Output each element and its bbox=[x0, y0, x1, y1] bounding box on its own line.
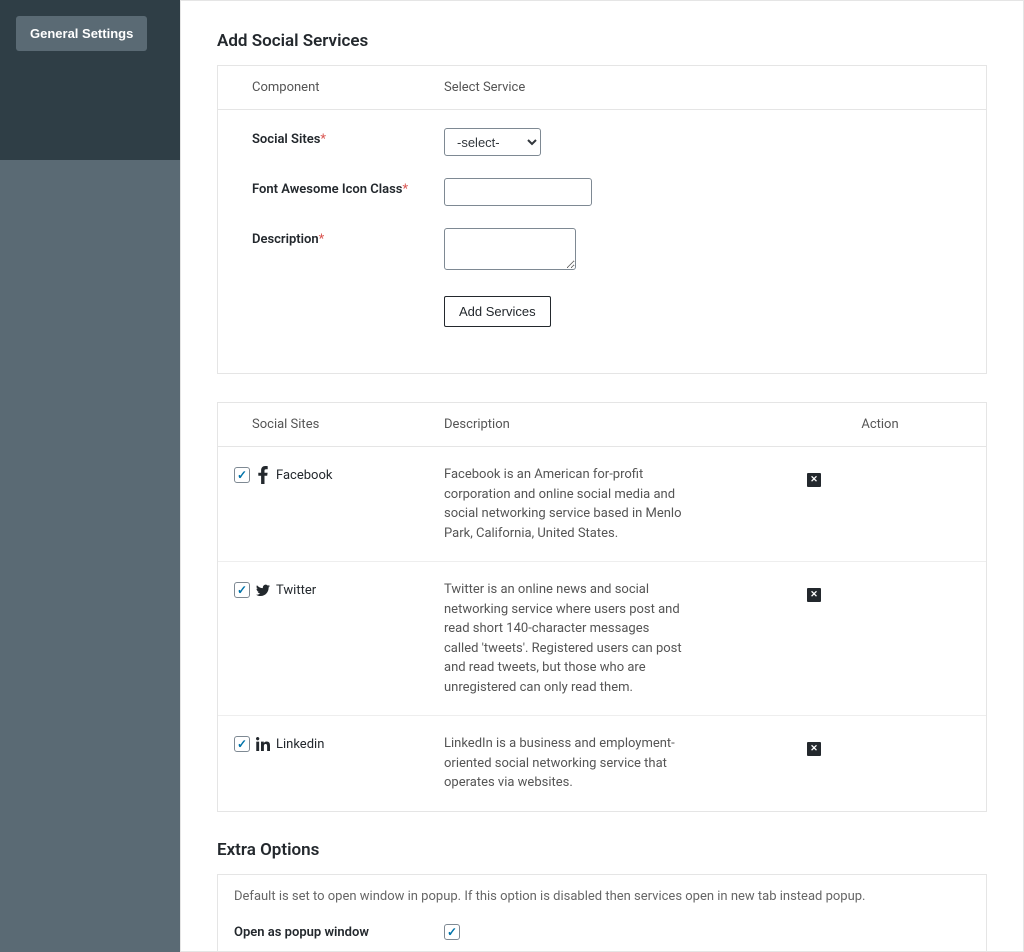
service-description: Facebook is an American for-profit corpo… bbox=[444, 465, 724, 543]
description-label: Description* bbox=[234, 228, 444, 247]
header-social-sites: Social Sites bbox=[234, 417, 444, 432]
add-services-header: Component Select Service bbox=[218, 66, 986, 110]
add-services-title: Add Social Services bbox=[217, 31, 987, 51]
service-row: Twitter Twitter is an online news and soc… bbox=[218, 562, 986, 716]
social-sites-select[interactable]: -select- bbox=[444, 128, 541, 156]
service-row: Linkedin LinkedIn is a business and emplo… bbox=[218, 716, 986, 811]
services-list-panel: Social Sites Description Action Facebook… bbox=[217, 402, 987, 812]
header-action: Action bbox=[790, 417, 970, 432]
extra-options-panel: Default is set to open window in popup. … bbox=[217, 874, 987, 952]
twitter-icon bbox=[256, 583, 270, 597]
extra-options-title: Extra Options bbox=[217, 840, 987, 860]
icon-class-input[interactable] bbox=[444, 178, 592, 206]
header-select-service: Select Service bbox=[444, 80, 970, 95]
sidebar: General Settings bbox=[0, 0, 180, 952]
add-services-button[interactable]: Add Services bbox=[444, 296, 551, 327]
service-row: Facebook Facebook is an American for-prof… bbox=[218, 447, 986, 562]
linkedin-icon bbox=[256, 737, 270, 751]
service-name-label: Linkedin bbox=[276, 737, 324, 752]
extra-help-text: Default is set to open window in popup. … bbox=[218, 875, 986, 910]
header-description: Description bbox=[444, 417, 790, 432]
service-checkbox[interactable] bbox=[234, 736, 250, 752]
add-services-panel: Component Select Service Social Sites* -… bbox=[217, 65, 987, 374]
main-content: Add Social Services Component Select Ser… bbox=[180, 0, 1024, 952]
delete-button[interactable]: ✕ bbox=[807, 473, 821, 487]
service-name-label: Facebook bbox=[276, 468, 332, 483]
service-name-label: Twitter bbox=[276, 583, 316, 598]
delete-button[interactable]: ✕ bbox=[807, 742, 821, 756]
header-component: Component bbox=[234, 80, 444, 95]
social-sites-label: Social Sites* bbox=[234, 128, 444, 147]
service-checkbox[interactable] bbox=[234, 467, 250, 483]
facebook-icon bbox=[256, 468, 270, 482]
service-description: Twitter is an online news and social net… bbox=[444, 580, 724, 697]
delete-button[interactable]: ✕ bbox=[807, 588, 821, 602]
general-settings-button[interactable]: General Settings bbox=[16, 16, 147, 51]
description-textarea[interactable] bbox=[444, 228, 576, 270]
popup-checkbox[interactable] bbox=[444, 924, 460, 940]
icon-class-label: Font Awesome Icon Class* bbox=[234, 178, 444, 197]
sidebar-top: General Settings bbox=[0, 0, 180, 160]
service-checkbox[interactable] bbox=[234, 582, 250, 598]
service-description: LinkedIn is a business and employment-or… bbox=[444, 734, 724, 793]
popup-option-label: Open as popup window bbox=[234, 924, 444, 942]
services-list-header: Social Sites Description Action bbox=[218, 403, 986, 447]
